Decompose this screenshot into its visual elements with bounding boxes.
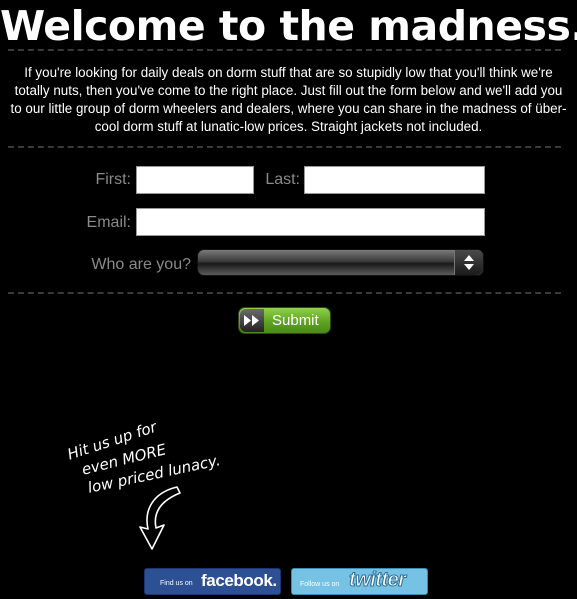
- submit-label: Submit: [272, 312, 319, 329]
- select-arrows-icon[interactable]: [454, 250, 483, 275]
- divider: [8, 49, 561, 51]
- facebook-small-text: Find us on: [160, 580, 193, 587]
- first-name-label: First:: [95, 171, 131, 188]
- who-are-you-select[interactable]: [197, 249, 484, 276]
- twitter-button[interactable]: Follow us on twitter: [291, 568, 428, 595]
- last-name-label: Last:: [265, 171, 300, 188]
- twitter-logo-text: twitter: [349, 569, 407, 592]
- facebook-button[interactable]: Find us on facebook.: [144, 568, 281, 595]
- fast-forward-icon: [240, 309, 264, 332]
- who-are-you-label: Who are you?: [91, 256, 191, 273]
- last-name-input[interactable]: [304, 166, 485, 194]
- curved-arrow-icon: [139, 486, 181, 550]
- email-label: Email:: [86, 214, 131, 231]
- first-name-input[interactable]: [136, 166, 254, 194]
- facebook-logo-text: facebook.: [201, 571, 277, 590]
- page-title: Welcome to the madness.: [0, 2, 577, 50]
- divider: [8, 146, 561, 148]
- twitter-small-text: Follow us on: [300, 581, 340, 588]
- divider: [8, 292, 561, 294]
- intro-text: If you're looking for daily deals on dor…: [10, 65, 567, 134]
- promo-handwriting: Hit us up for even MORE low priced lunac…: [62, 418, 232, 556]
- submit-button[interactable]: Submit: [238, 307, 331, 334]
- email-input[interactable]: [136, 208, 485, 236]
